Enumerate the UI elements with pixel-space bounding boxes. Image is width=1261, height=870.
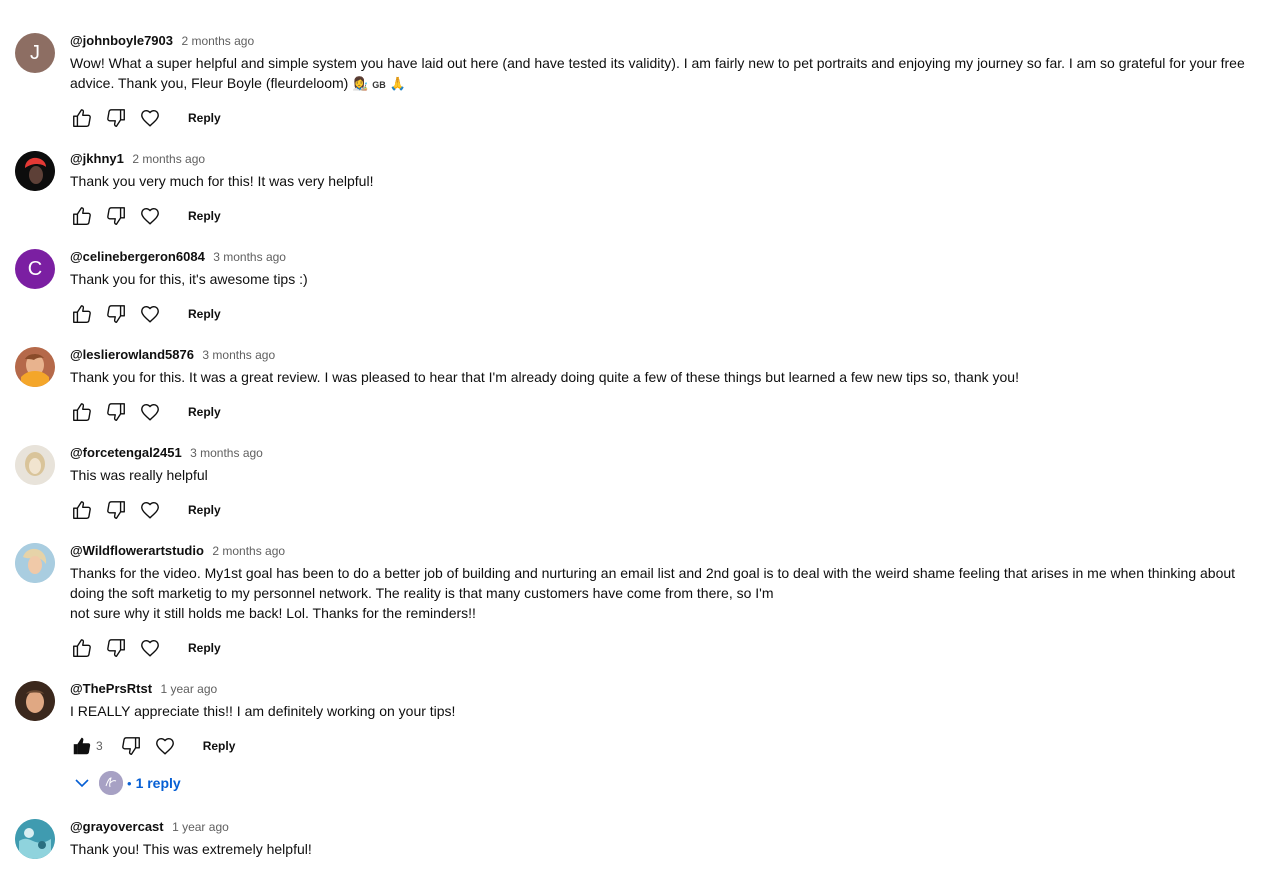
heart-icon[interactable] xyxy=(138,204,162,228)
flag-gb: GB xyxy=(372,80,386,90)
comment-text: Wow! What a super helpful and simple sys… xyxy=(70,53,1258,95)
replies-separator: • xyxy=(127,775,132,791)
comment-body-line: Thanks for the video. My1st goal has bee… xyxy=(70,565,1236,601)
avatar-letter: J xyxy=(30,41,40,64)
reply-button[interactable]: Reply xyxy=(188,641,221,655)
avatar[interactable] xyxy=(15,445,55,485)
reply-button[interactable]: Reply xyxy=(188,503,221,517)
comment-actions: Reply xyxy=(70,636,221,660)
view-replies-button[interactable]: • 1 reply xyxy=(70,769,181,797)
thumb-down-icon[interactable] xyxy=(104,498,128,522)
comment-body: This was really helpful xyxy=(70,467,208,483)
comment-body: Wow! What a super helpful and simple sys… xyxy=(70,55,1245,91)
avatar-image xyxy=(15,681,55,721)
avatar[interactable] xyxy=(15,681,55,721)
reply-button[interactable]: Reply xyxy=(188,405,221,419)
heart-icon[interactable] xyxy=(138,498,162,522)
thumb-up-icon[interactable] xyxy=(70,636,94,660)
comment-time[interactable]: 1 year ago xyxy=(160,682,217,696)
comment-author[interactable]: @ThePrsRtst xyxy=(70,681,152,696)
comment-time[interactable]: 2 months ago xyxy=(181,34,254,48)
comment-body: Thank you for this, it's awesome tips :) xyxy=(70,271,308,287)
comment-actions: Reply xyxy=(70,106,221,130)
thumb-up-icon[interactable] xyxy=(70,400,94,424)
comment-body: Thank you! This was extremely helpful! xyxy=(70,841,312,857)
thumb-down-icon[interactable] xyxy=(104,204,128,228)
avatar[interactable]: J xyxy=(15,33,55,73)
reply-button[interactable]: Reply xyxy=(188,111,221,125)
avatar[interactable] xyxy=(15,819,55,859)
comment-time[interactable]: 3 months ago xyxy=(190,446,263,460)
heart-icon[interactable] xyxy=(138,106,162,130)
comment-actions: Reply xyxy=(70,204,221,228)
avatar-image xyxy=(15,819,55,859)
comment-time[interactable]: 3 months ago xyxy=(202,348,275,362)
comment-body-line: not sure why it still holds me back! Lol… xyxy=(70,605,476,621)
comment-author[interactable]: @johnboyle7903 xyxy=(70,33,173,48)
avatar-letter: C xyxy=(27,257,43,280)
heart-icon[interactable] xyxy=(138,636,162,660)
heart-icon[interactable] xyxy=(138,400,162,424)
comment-author[interactable]: @celinebergeron6084 xyxy=(70,249,205,264)
thumb-up-icon[interactable] xyxy=(70,106,94,130)
comment-actions: Reply xyxy=(70,302,221,326)
chevron-down-icon xyxy=(70,771,94,795)
comment-body: I REALLY appreciate this!! I am definite… xyxy=(70,703,456,719)
comment-actions: Reply xyxy=(70,498,221,522)
comment-time[interactable]: 2 months ago xyxy=(212,544,285,558)
replies-count[interactable]: 1 reply xyxy=(136,775,181,791)
comment-body: Thank you for this. It was a great revie… xyxy=(70,369,1019,385)
artist-emoji: 👩‍🎨 xyxy=(352,76,369,91)
thumb-up-filled-icon[interactable] xyxy=(70,734,94,758)
avatar[interactable] xyxy=(15,347,55,387)
avatar-image xyxy=(15,543,55,583)
reply-button[interactable]: Reply xyxy=(188,307,221,321)
reply-avatar xyxy=(99,771,123,795)
heart-icon[interactable] xyxy=(138,302,162,326)
comment-author[interactable]: @Wildflowerartstudio xyxy=(70,543,204,558)
thumb-down-icon[interactable] xyxy=(104,106,128,130)
avatar[interactable] xyxy=(15,543,55,583)
thumb-down-icon[interactable] xyxy=(104,636,128,660)
comment-author[interactable]: @jkhny1 xyxy=(70,151,124,166)
comment-time[interactable]: 1 year ago xyxy=(172,820,229,834)
comment-author[interactable]: @grayovercast xyxy=(70,819,164,834)
reply-button[interactable]: Reply xyxy=(188,209,221,223)
comment-actions: 3 Reply xyxy=(70,734,235,758)
avatar-image xyxy=(15,445,55,485)
like-count: 3 xyxy=(96,739,103,753)
comment-time[interactable]: 3 months ago xyxy=(213,250,286,264)
comment-author[interactable]: @leslierowland5876 xyxy=(70,347,194,362)
heart-icon[interactable] xyxy=(153,734,177,758)
comment-body: Thank you very much for this! It was ver… xyxy=(70,173,374,189)
thumb-down-icon[interactable] xyxy=(104,302,128,326)
comment-actions: Reply xyxy=(70,400,221,424)
comment-author[interactable]: @forcetengal2451 xyxy=(70,445,182,460)
comment-text: Thanks for the video. My1st goal has bee… xyxy=(70,563,1258,623)
reply-button[interactable]: Reply xyxy=(203,739,236,753)
thumb-up-icon[interactable] xyxy=(70,204,94,228)
pray-emoji: 🙏 xyxy=(389,76,406,91)
thumb-up-icon[interactable] xyxy=(70,498,94,522)
avatar-image xyxy=(15,151,55,191)
avatar[interactable] xyxy=(15,151,55,191)
avatar-image xyxy=(15,347,55,387)
thumb-up-icon[interactable] xyxy=(70,302,94,326)
avatar[interactable]: C xyxy=(15,249,55,289)
comment-time[interactable]: 2 months ago xyxy=(132,152,205,166)
thumb-down-icon[interactable] xyxy=(104,400,128,424)
thumb-down-icon[interactable] xyxy=(119,734,143,758)
